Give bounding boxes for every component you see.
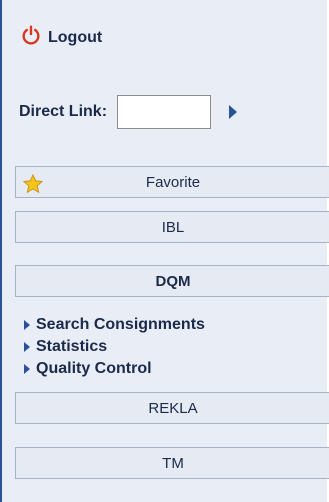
direct-link-label: Direct Link: — [19, 103, 108, 120]
search-consignments-link[interactable]: Search Consignments — [24, 314, 205, 336]
tm-label: TM — [162, 454, 184, 472]
triangle-right-icon — [24, 342, 30, 352]
triangle-right-icon — [24, 320, 30, 330]
sidebar-panel: Logout Direct Link: Favorite IBL DQM Sea… — [0, 0, 329, 502]
rekla-label: REKLA — [148, 399, 198, 417]
logout-button[interactable]: Logout — [20, 24, 102, 51]
power-icon — [20, 24, 42, 51]
go-arrow-icon[interactable] — [229, 105, 238, 119]
rekla-button[interactable]: REKLA — [15, 392, 329, 424]
quality-control-link[interactable]: Quality Control — [24, 358, 205, 380]
direct-link-input[interactable] — [117, 95, 212, 129]
favorite-label: Favorite — [145, 173, 201, 191]
triangle-right-icon — [24, 364, 30, 374]
favorite-button[interactable]: Favorite — [15, 166, 329, 198]
tm-button[interactable]: TM — [15, 447, 329, 479]
direct-link-row: Direct Link: — [19, 93, 238, 131]
star-icon — [22, 173, 44, 195]
logout-label: Logout — [48, 28, 103, 46]
dqm-button[interactable]: DQM — [15, 265, 329, 297]
statistics-link[interactable]: Statistics — [24, 336, 205, 358]
ibl-button[interactable]: IBL — [15, 211, 329, 243]
ibl-label: IBL — [161, 218, 185, 236]
dqm-submenu: Search Consignments Statistics Quality C… — [24, 314, 205, 380]
dqm-label: DQM — [155, 272, 191, 290]
